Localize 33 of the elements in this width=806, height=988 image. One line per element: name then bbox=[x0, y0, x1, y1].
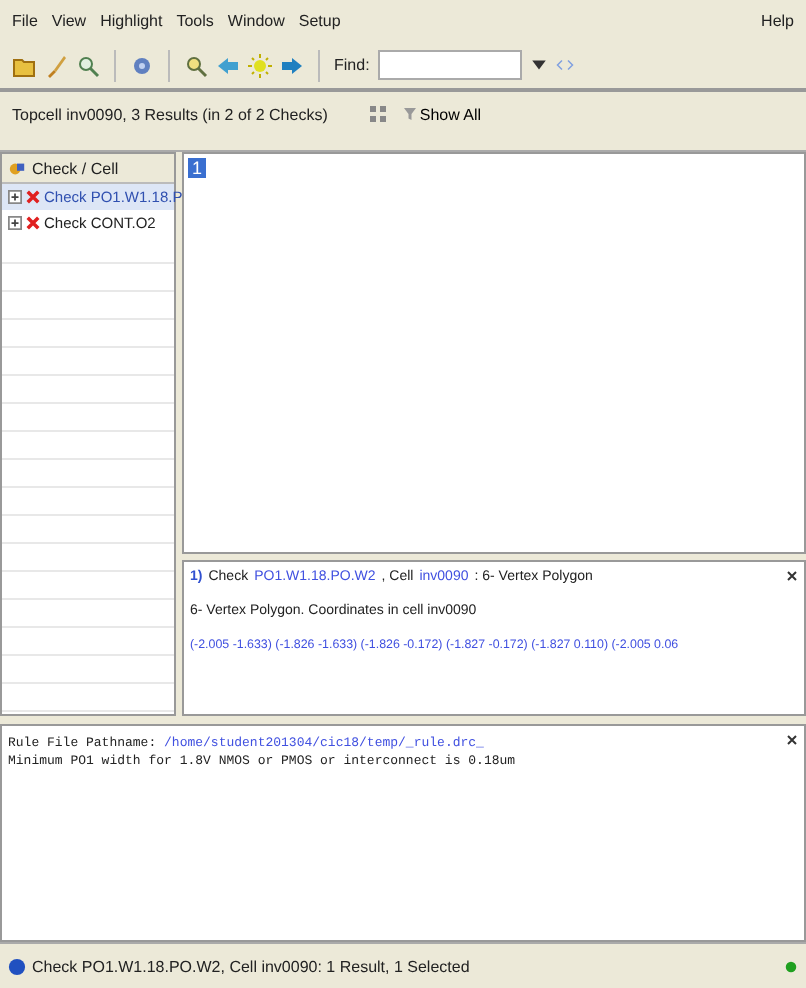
dropdown-icon[interactable] bbox=[529, 56, 548, 75]
menu-item[interactable]: View bbox=[51, 12, 87, 31]
error-x-icon bbox=[26, 216, 40, 231]
sun-icon[interactable] bbox=[248, 53, 272, 78]
tree-header-label: Check / Cell bbox=[32, 159, 119, 178]
help-menu[interactable]: Help bbox=[761, 12, 794, 31]
prev-next-icon[interactable] bbox=[555, 56, 574, 75]
left-arrow-icon[interactable] bbox=[216, 53, 240, 78]
menu-item[interactable]: Highlight bbox=[100, 12, 163, 31]
filter-icon bbox=[403, 106, 416, 123]
show-all-button[interactable]: Show All bbox=[403, 105, 482, 124]
grid-icon[interactable] bbox=[367, 104, 392, 125]
status-text: Check PO1.W1.18.PO.W2, Cell inv0090: 1 Result, 1 Selected bbox=[32, 957, 470, 976]
folder-icon[interactable] bbox=[12, 53, 36, 78]
results-summary: Topcell inv0090, 3 Results (in 2 of 2 Checks) bbox=[12, 105, 328, 124]
menu-item[interactable]: Tools bbox=[176, 12, 214, 31]
status-dot-icon bbox=[784, 959, 798, 974]
menu-item[interactable]: Window bbox=[227, 12, 285, 31]
close-icon[interactable] bbox=[786, 734, 798, 747]
cell-icon bbox=[8, 159, 26, 178]
menu-item[interactable]: Setup bbox=[298, 12, 341, 31]
find-field[interactable] bbox=[377, 50, 522, 81]
right-arrow-icon[interactable] bbox=[280, 53, 304, 78]
result-item[interactable]: 1 bbox=[188, 158, 207, 179]
close-icon[interactable] bbox=[786, 570, 798, 583]
info-icon bbox=[8, 957, 26, 976]
expand-icon[interactable] bbox=[8, 216, 22, 231]
find-label: Find: bbox=[334, 56, 370, 75]
error-x-icon bbox=[26, 190, 40, 205]
search-icon[interactable] bbox=[184, 53, 208, 78]
zoom-icon[interactable] bbox=[76, 53, 100, 78]
menu-item[interactable]: File bbox=[12, 12, 38, 31]
expand-icon[interactable] bbox=[8, 190, 22, 205]
